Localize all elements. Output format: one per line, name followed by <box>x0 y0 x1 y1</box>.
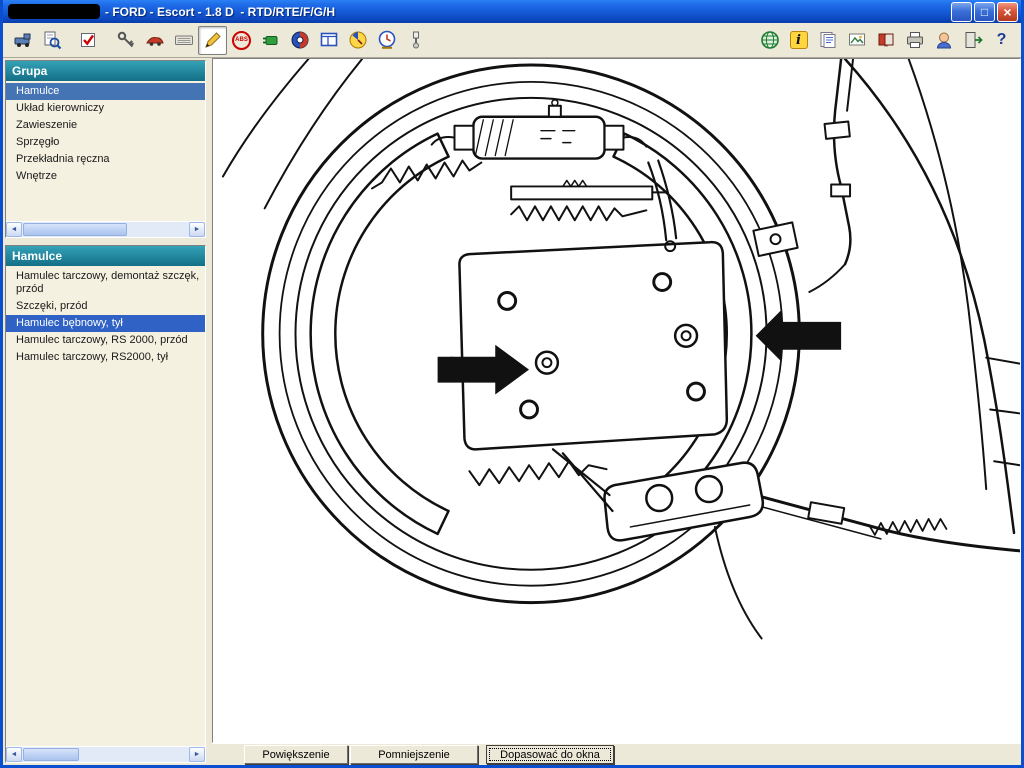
help-button[interactable]: ? <box>987 26 1016 55</box>
procedure-item-bebnowy-tyl[interactable]: Hamulec bębnowy, tył <box>6 315 205 332</box>
redacted-title-area <box>8 4 100 19</box>
globe-button[interactable] <box>755 26 784 55</box>
procedures-panel-header: Hamulce <box>6 246 205 266</box>
group-list: Hamulce Układ kierowniczy Zawieszenie Sp… <box>6 81 205 221</box>
scroll-left-button[interactable]: ◄ <box>6 747 22 762</box>
zoom-toolbar: Powiększenie Pomniejszenie Dopasować do … <box>212 743 1021 765</box>
user-button[interactable] <box>929 26 958 55</box>
scroll-track[interactable] <box>22 747 189 762</box>
procedures-panel: Hamulce Hamulec tarczowy, demontaż szczę… <box>5 245 206 763</box>
group-item-przekladnia-reczna[interactable]: Przekładnia ręczna <box>6 151 205 168</box>
main-content: Powiększenie Pomniejszenie Dopasować do … <box>212 58 1021 765</box>
scroll-thumb[interactable] <box>23 223 127 236</box>
manual-book-button[interactable] <box>871 26 900 55</box>
inspection-checklist-button[interactable] <box>74 26 103 55</box>
bodywork-button[interactable] <box>140 26 169 55</box>
printer-button[interactable] <box>900 26 929 55</box>
group-item-wnetrze[interactable]: Wnętrze <box>6 168 205 185</box>
pencil-edit-button[interactable] <box>198 26 227 55</box>
brake-diagram <box>213 59 1020 742</box>
main-toolbar: ABS i <box>3 23 1021 58</box>
scroll-track[interactable] <box>22 222 189 237</box>
service-key-button[interactable] <box>111 26 140 55</box>
clock-icon <box>377 30 397 50</box>
abs-button[interactable]: ABS <box>227 26 256 55</box>
globe-icon <box>760 30 780 50</box>
connector-button[interactable] <box>256 26 285 55</box>
manual-book-icon <box>876 30 896 50</box>
vehicle-select-button[interactable] <box>8 26 37 55</box>
lamp-button[interactable] <box>401 26 430 55</box>
wheel-icon <box>290 30 310 50</box>
maximize-button[interactable]: □ <box>974 2 995 22</box>
keyboard-icon <box>174 30 194 50</box>
group-panel-header: Grupa <box>6 61 205 81</box>
minimize-glyph: _ <box>958 10 965 22</box>
abs-label: ABS <box>235 37 248 43</box>
wheel-button[interactable] <box>285 26 314 55</box>
sidebar: Grupa Hamulce Układ kierowniczy Zawiesze… <box>3 58 208 765</box>
search-document-icon <box>42 30 62 50</box>
lamp-icon <box>406 30 426 50</box>
image-catalog-button[interactable] <box>842 26 871 55</box>
procedure-item-szczeki-przod[interactable]: Szczęki, przód <box>6 298 205 315</box>
clock-button[interactable] <box>372 26 401 55</box>
app-body: Grupa Hamulce Układ kierowniczy Zawiesze… <box>3 58 1021 765</box>
abs-icon: ABS <box>232 31 251 50</box>
info-button[interactable]: i <box>784 26 813 55</box>
keyboard-button[interactable] <box>169 26 198 55</box>
help-icon: ? <box>997 31 1007 49</box>
window-layout-icon <box>319 30 339 50</box>
procedures-list: Hamulec tarczowy, demontaż szczęk, przód… <box>6 266 205 746</box>
titlebar[interactable]: - FORD - Escort - 1.8 D - RTD/RTE/F/G/H … <box>3 0 1021 23</box>
group-item-sprzeglo[interactable]: Sprzęgło <box>6 134 205 151</box>
group-panel: Grupa Hamulce Układ kierowniczy Zawiesze… <box>5 60 206 238</box>
maximize-glyph: □ <box>981 6 988 18</box>
group-panel-hscrollbar[interactable]: ◄ ► <box>6 221 205 237</box>
gauge-button[interactable] <box>343 26 372 55</box>
zoom-in-button[interactable]: Powiększenie <box>244 745 348 764</box>
window-title: - FORD - Escort - 1.8 D - RTD/RTE/F/G/H <box>105 5 951 19</box>
vehicle-select-icon <box>13 30 33 50</box>
window-controls: _ □ × <box>951 2 1018 22</box>
group-item-uklad-kierowniczy[interactable]: Układ kierowniczy <box>6 100 205 117</box>
scroll-right-button[interactable]: ► <box>189 222 205 237</box>
info-glyph: i <box>796 33 801 48</box>
inspection-checklist-icon <box>79 30 99 50</box>
close-icon: × <box>1003 5 1011 19</box>
bodywork-icon <box>145 30 165 50</box>
gauge-icon <box>348 30 368 50</box>
group-item-hamulce[interactable]: Hamulce <box>6 83 205 100</box>
pencil-edit-icon <box>203 30 223 50</box>
window-layout-button[interactable] <box>314 26 343 55</box>
printer-icon <box>905 30 925 50</box>
image-catalog-icon <box>847 30 867 50</box>
notes-button[interactable] <box>813 26 842 55</box>
group-item-zawieszenie[interactable]: Zawieszenie <box>6 117 205 134</box>
search-document-button[interactable] <box>37 26 66 55</box>
procedure-item-rs2000-przod[interactable]: Hamulec tarczowy, RS 2000, przód <box>6 332 205 349</box>
notes-icon <box>818 30 838 50</box>
zoom-out-button[interactable]: Pomniejszenie <box>350 745 478 764</box>
procedure-item-rs2000-tyl[interactable]: Hamulec tarczowy, RS2000, tył <box>6 349 205 366</box>
scroll-thumb[interactable] <box>23 748 79 761</box>
connector-icon <box>261 30 281 50</box>
service-key-icon <box>116 30 136 50</box>
illustration-canvas[interactable] <box>212 58 1021 743</box>
procedures-panel-hscrollbar[interactable]: ◄ ► <box>6 746 205 762</box>
close-button[interactable]: × <box>997 2 1018 22</box>
exit-button[interactable] <box>958 26 987 55</box>
procedure-item-tarczowy-demontaz[interactable]: Hamulec tarczowy, demontaż szczęk, przód <box>6 268 205 298</box>
fit-to-window-button[interactable]: Dopasować do okna <box>486 745 614 764</box>
scroll-right-button[interactable]: ► <box>189 747 205 762</box>
user-icon <box>934 30 954 50</box>
info-icon: i <box>790 31 808 49</box>
app-window: - FORD - Escort - 1.8 D - RTD/RTE/F/G/H … <box>0 0 1024 768</box>
minimize-button[interactable]: _ <box>951 2 972 22</box>
scroll-left-button[interactable]: ◄ <box>6 222 22 237</box>
exit-icon <box>963 30 983 50</box>
